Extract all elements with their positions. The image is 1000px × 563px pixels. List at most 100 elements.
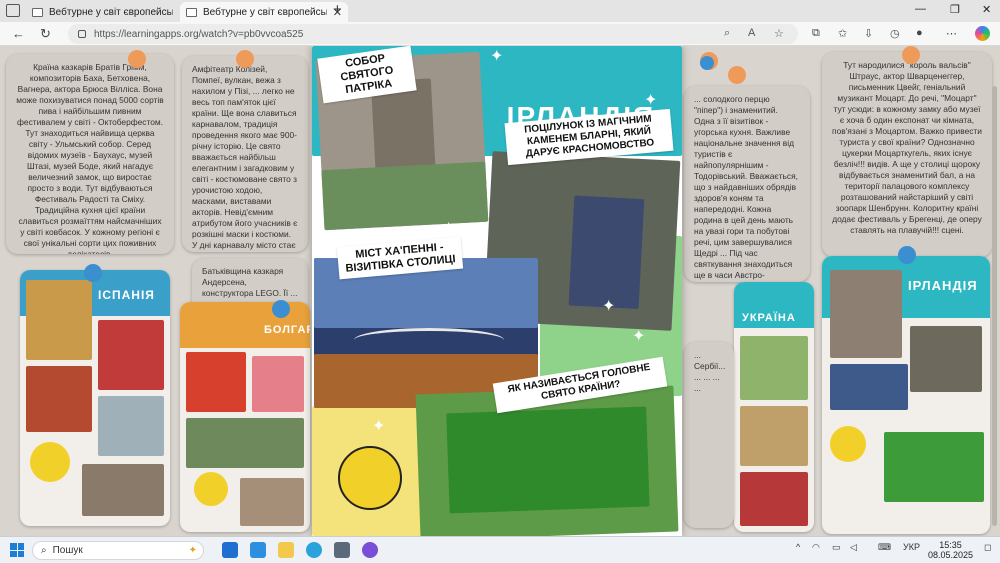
pin-icon xyxy=(902,46,920,64)
bridge-arch xyxy=(354,328,504,352)
file-explorer-icon[interactable] xyxy=(278,542,294,558)
collections-icon[interactable]: ⧉ xyxy=(812,27,820,40)
thumb-photo xyxy=(740,406,808,466)
minimize-icon[interactable]: — xyxy=(915,3,926,15)
lock-icon xyxy=(78,30,86,38)
thumb-bulgaria[interactable]: БОЛГАРІЯ xyxy=(180,302,310,532)
tab-title: Вебтурне у світ європейських кухонь xyxy=(203,6,327,18)
thumb-photo xyxy=(830,364,908,410)
page-content: Країна казкарів Братів Грімм, композитор… xyxy=(0,46,1000,536)
thumb-photo xyxy=(98,396,164,456)
thumb-ireland[interactable]: ІРЛАНДІЯ xyxy=(822,256,990,534)
pin-icon xyxy=(128,50,146,68)
thumb-photo xyxy=(240,478,304,526)
thumb-title: БОЛГАРІЯ xyxy=(264,324,310,336)
blarney-people xyxy=(568,195,645,310)
sparkle-icon: ✦ xyxy=(632,328,646,345)
mascot-icon xyxy=(194,472,228,506)
card-serbia[interactable]: ... Сербії... ... ... ... ... xyxy=(684,342,734,528)
windows-start-icon[interactable] xyxy=(10,543,24,557)
parade-costumes xyxy=(446,406,650,514)
address-bar[interactable]: https://learningapps.org/watch?v=pb0vvco… xyxy=(68,24,798,44)
task-view-icon[interactable] xyxy=(222,542,238,558)
history-icon[interactable]: ◷ xyxy=(890,27,900,40)
notifications-icon[interactable]: ◻ xyxy=(984,542,991,553)
thumb-ukraine[interactable]: УКРАЇНА xyxy=(734,282,814,532)
thumb-photo xyxy=(26,280,92,360)
sparkle-icon: ✦ xyxy=(372,418,386,435)
more-menu-icon[interactable]: ⋯ xyxy=(946,27,957,40)
keyboard-icon[interactable]: ⌨ xyxy=(878,542,891,553)
search-icon: ⌕ xyxy=(41,545,47,556)
volume-icon[interactable]: ◁ xyxy=(850,542,857,553)
pin-icon xyxy=(272,300,290,318)
thumb-spain[interactable]: ІСПАНІЯ xyxy=(20,270,170,526)
taskbar: ⌕ Пошук ✦ ^ ◠ ▭ ◁ ⌨ УКР 15:35 08.05.2025… xyxy=(0,536,1000,563)
zoom-icon[interactable]: ⌕ xyxy=(724,27,730,40)
tab-title: Вебтурне у світ європейських кухонь xyxy=(49,6,173,18)
tab-1[interactable]: Вебтурне у світ європейських кухонь ✕ xyxy=(26,2,194,22)
sparkle-icon: ✦ xyxy=(602,298,616,315)
thumb-photo xyxy=(186,352,246,412)
page-scrollbar[interactable] xyxy=(992,86,997,526)
thumb-photo xyxy=(910,326,982,392)
thumb-photo xyxy=(98,320,164,390)
card-text: Тут народилися "король вальсів" Штраус, … xyxy=(832,60,982,235)
card-text: Амфітеатр Колізей, Помпеї, вулкан, вежа … xyxy=(192,64,298,252)
thumb-title: ІСПАНІЯ xyxy=(98,288,155,302)
card-italy[interactable]: Амфітеатр Колізей, Помпеї, вулкан, вежа … xyxy=(182,56,308,252)
clock-time: 15:35 xyxy=(939,540,962,550)
url-text: https://learningapps.org/watch?v=pb0vvco… xyxy=(94,28,304,40)
back-icon[interactable]: ← xyxy=(12,26,25,41)
tab-2[interactable]: Вебтурне у світ європейських кухонь ✕ xyxy=(180,2,348,22)
tab-favicon-icon xyxy=(32,7,43,17)
thumb-photo xyxy=(252,356,304,412)
profile-icon[interactable]: ● xyxy=(916,27,923,39)
thumb-title: УКРАЇНА xyxy=(742,312,796,324)
pin-icon xyxy=(236,50,254,68)
language-indicator[interactable]: УКР xyxy=(903,542,920,552)
thumb-photo xyxy=(740,472,808,526)
pin-icon xyxy=(898,246,916,264)
search-label: Пошук xyxy=(52,545,83,556)
pin-icon xyxy=(728,66,746,84)
tray-overflow-icon[interactable]: ^ xyxy=(796,542,800,552)
mascot-icon xyxy=(30,442,70,482)
browser-tab-strip: Вебтурне у світ європейських кухонь ✕ Ве… xyxy=(0,0,1000,22)
taskbar-search[interactable]: ⌕ Пошук ✦ xyxy=(32,541,204,560)
thumb-photo xyxy=(82,464,164,516)
card-germany[interactable]: Країна казкарів Братів Грімм, композитор… xyxy=(6,54,174,254)
navigation-bar: ← ↻ https://learningapps.org/watch?v=pb0… xyxy=(0,22,1000,46)
card-text: ... Сербії... ... ... ... ... xyxy=(694,350,726,393)
card-text: Країна казкарів Братів Грімм, композитор… xyxy=(16,62,164,254)
sparkle-icon: ✦ xyxy=(490,48,504,65)
mascot-icon xyxy=(338,446,402,510)
telegram-icon[interactable] xyxy=(306,542,322,558)
close-window-icon[interactable]: ✕ xyxy=(982,3,991,16)
maximize-icon[interactable]: ❐ xyxy=(950,3,960,16)
viber-icon[interactable] xyxy=(362,542,378,558)
downloads-icon[interactable]: ⇩ xyxy=(864,27,873,40)
refresh-icon[interactable]: ↻ xyxy=(40,26,51,42)
read-aloud-icon[interactable]: A xyxy=(748,27,755,39)
tab-actions-icon[interactable] xyxy=(6,4,20,17)
calculator-icon[interactable] xyxy=(334,542,350,558)
sparkle-icon: ✦ xyxy=(442,220,456,237)
edge-icon[interactable] xyxy=(250,542,266,558)
favorites-icon[interactable]: ✩ xyxy=(838,27,847,40)
pin-icon xyxy=(700,56,714,70)
copilot-icon[interactable] xyxy=(975,26,990,41)
card-austria[interactable]: Тут народилися "король вальсів" Штраус, … xyxy=(822,52,992,257)
new-tab-icon[interactable]: + xyxy=(333,1,342,18)
thumb-photo xyxy=(186,418,304,468)
wifi-icon[interactable]: ◠ xyxy=(812,542,820,553)
favorite-star-icon[interactable]: ☆ xyxy=(774,27,784,40)
tab-favicon-icon xyxy=(186,7,197,17)
battery-icon[interactable]: ▭ xyxy=(832,542,841,553)
thumb-title: ІРЛАНДІЯ xyxy=(908,278,978,293)
thumb-photo xyxy=(830,270,902,358)
cathedral-ground xyxy=(321,161,489,231)
card-hungary[interactable]: ... солодкого перцю "піпер") і знаменити… xyxy=(684,86,810,282)
parade-photo xyxy=(415,385,679,536)
clock[interactable]: 15:35 08.05.2025 xyxy=(928,540,973,560)
